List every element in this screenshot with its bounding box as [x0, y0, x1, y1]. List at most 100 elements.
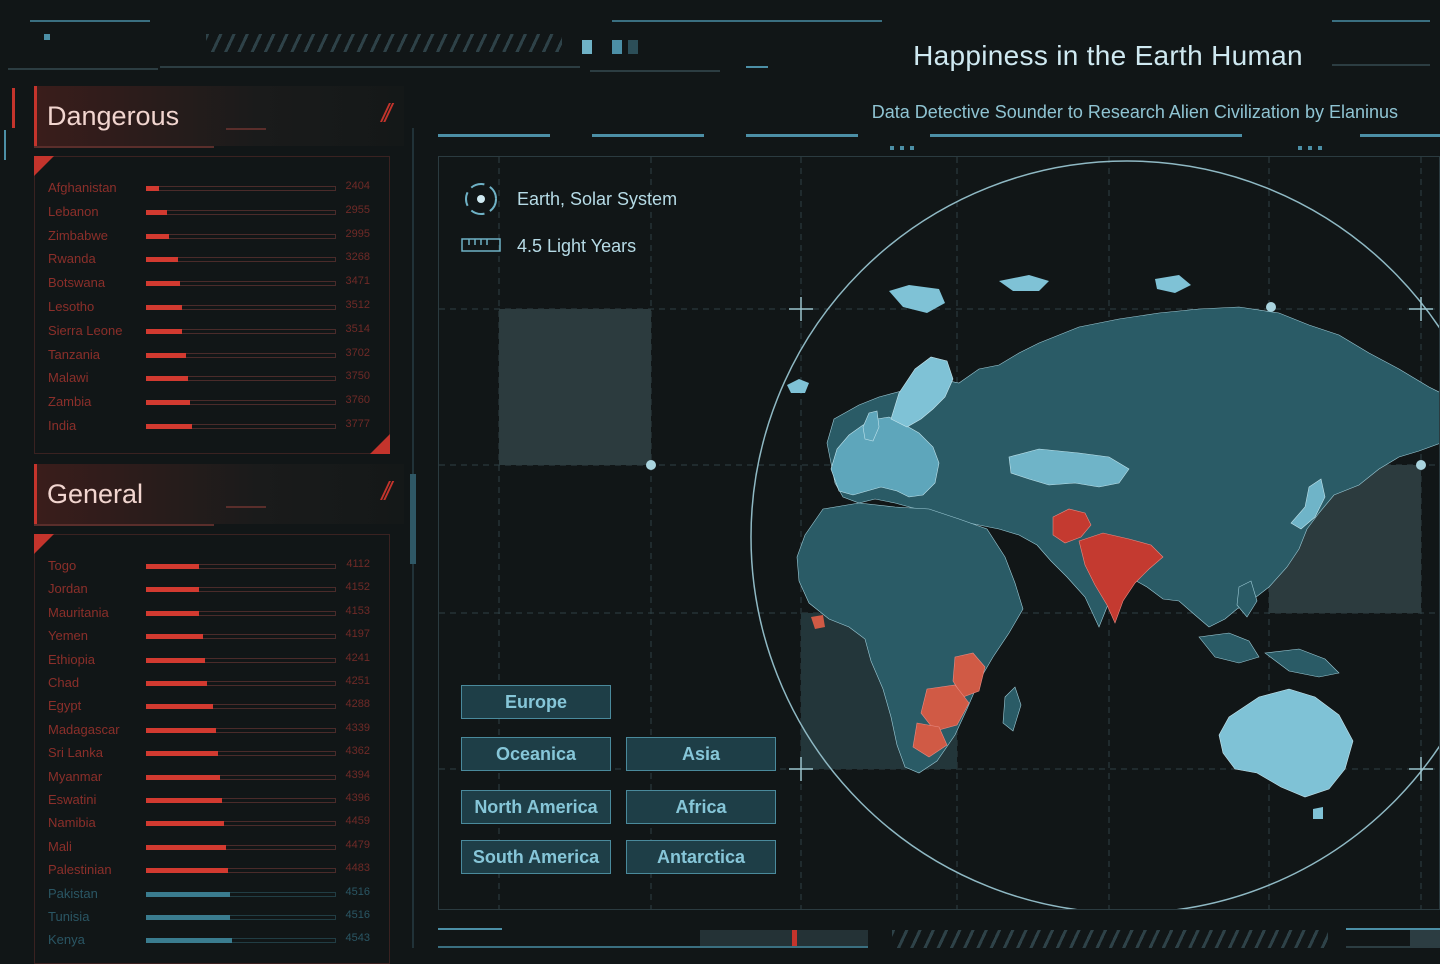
africa-button[interactable]: Africa — [626, 790, 776, 824]
score-bar-fill — [146, 915, 230, 920]
score-value: 4394 — [345, 768, 370, 781]
tasmania-region — [1313, 807, 1323, 819]
general-row: Kenya 4543 — [48, 930, 370, 950]
north-america-button[interactable]: North America — [461, 790, 611, 824]
antarctica-button[interactable]: Antarctica — [626, 840, 776, 874]
asia-button[interactable]: Asia — [626, 737, 776, 771]
score-bar-track — [146, 233, 336, 239]
score-value: 4197 — [345, 628, 370, 641]
scrollbar-thumb[interactable] — [410, 474, 416, 564]
score-bar-fill — [146, 844, 226, 850]
score-value: 2404 — [345, 180, 370, 192]
country-name: Eswatini — [48, 792, 97, 807]
general-row: Pakistan 4516 — [48, 884, 370, 904]
subtitle-rule — [438, 134, 550, 137]
dangerous-row: Tanzania 3702 — [48, 345, 370, 365]
ruler-icon — [461, 237, 501, 253]
dangerous-row: Lesotho 3512 — [48, 297, 370, 317]
target-icon — [463, 181, 499, 217]
bottom-divider — [1346, 946, 1440, 948]
general-row: Sri Lanka 4362 — [48, 743, 370, 763]
dangerous-row: Botswana 3471 — [48, 273, 370, 293]
score-bar-fill — [146, 634, 203, 640]
general-panel-header: General // — [34, 464, 404, 524]
score-value: 4396 — [345, 792, 370, 804]
score-value: 4543 — [345, 932, 370, 945]
country-name: Lebanon — [48, 203, 99, 219]
general-row: Myanmar 4394 — [48, 767, 370, 787]
subtitle-dots — [890, 146, 918, 150]
general-row: Chad 4251 — [48, 673, 370, 693]
dangerous-row: Malawi 3750 — [48, 368, 370, 388]
country-name: Togo — [48, 558, 77, 573]
score-value: 3760 — [345, 394, 370, 407]
country-name: Palestinian — [48, 862, 112, 878]
country-name: Mali — [48, 838, 72, 854]
general-row: Eswatini 4396 — [48, 790, 370, 810]
top-accent-line — [612, 20, 882, 22]
new-guinea-region — [1264, 648, 1340, 678]
south-america-button[interactable]: South America — [461, 840, 611, 874]
general-title: General — [47, 478, 144, 509]
slash-ornament: // — [381, 98, 393, 128]
subtitle-rule — [1360, 134, 1440, 137]
score-value: 3471 — [345, 275, 370, 288]
country-name: Zimbabwe — [48, 227, 108, 243]
arctic-island — [999, 275, 1049, 291]
location-label: Earth, Solar System — [517, 189, 678, 209]
score-bar-fill — [146, 186, 159, 191]
top-divider — [1332, 64, 1430, 66]
iceland-region — [787, 379, 809, 393]
country-name: Tunisia — [48, 909, 90, 924]
dangerous-row: Lebanon 2955 — [48, 202, 370, 222]
header-underline — [34, 524, 214, 526]
country-name: Jordan — [48, 581, 88, 597]
score-value: 4288 — [345, 698, 370, 711]
country-name: India — [48, 418, 77, 433]
top-divider — [8, 68, 158, 70]
score-bar-fill — [146, 798, 222, 803]
score-bar-fill — [146, 727, 216, 733]
country-name: Malawi — [48, 370, 89, 386]
country-name: Madagascar — [48, 721, 120, 737]
score-bar-fill — [146, 257, 178, 263]
general-row: Madagascar 4339 — [48, 720, 370, 740]
indonesia-region — [1198, 632, 1260, 664]
grid-node-dot — [1416, 460, 1426, 470]
europe-button[interactable]: Europe — [461, 685, 611, 719]
score-bar-fill — [146, 376, 188, 382]
country-name: Pakistan — [48, 885, 98, 901]
bottom-progress-track — [700, 930, 868, 946]
australia-landmass — [1218, 688, 1354, 798]
general-row: Egypt 4288 — [48, 696, 370, 716]
bottom-divider — [438, 946, 868, 948]
bottom-hatch — [892, 930, 1328, 948]
bottom-progress-marker — [792, 930, 797, 946]
slash-ornament: // — [381, 476, 393, 506]
score-bar-fill — [146, 774, 220, 780]
score-value: 2995 — [345, 227, 370, 240]
subtitle-rule — [746, 134, 858, 137]
map-panel: Earth, Solar System 4.5 Light Years Euro… — [438, 156, 1440, 910]
oceanica-button[interactable]: Oceanica — [461, 737, 611, 771]
general-row: Palestinian 4483 — [48, 860, 370, 880]
top-divider — [746, 66, 768, 68]
madagascar-region — [1002, 686, 1022, 732]
score-bar-fill — [146, 821, 224, 827]
score-value: 4339 — [345, 721, 370, 734]
dangerous-title: Dangerous — [47, 100, 180, 131]
grid-highlight-cell — [499, 309, 651, 465]
general-row: Ethiopia 4241 — [48, 650, 370, 670]
score-value: 3512 — [345, 299, 370, 311]
score-bar-fill — [146, 400, 190, 406]
score-bar-fill — [146, 587, 199, 593]
score-bar-fill — [146, 564, 199, 569]
top-square — [582, 40, 592, 54]
dangerous-row: Rwanda 3268 — [48, 249, 370, 269]
score-value: 3777 — [345, 418, 370, 430]
subtitle-rule — [930, 134, 1242, 137]
score-bar-fill — [146, 233, 169, 239]
top-square — [612, 40, 622, 54]
country-name: Afghanistan — [48, 180, 117, 195]
score-bar-fill — [146, 328, 182, 334]
